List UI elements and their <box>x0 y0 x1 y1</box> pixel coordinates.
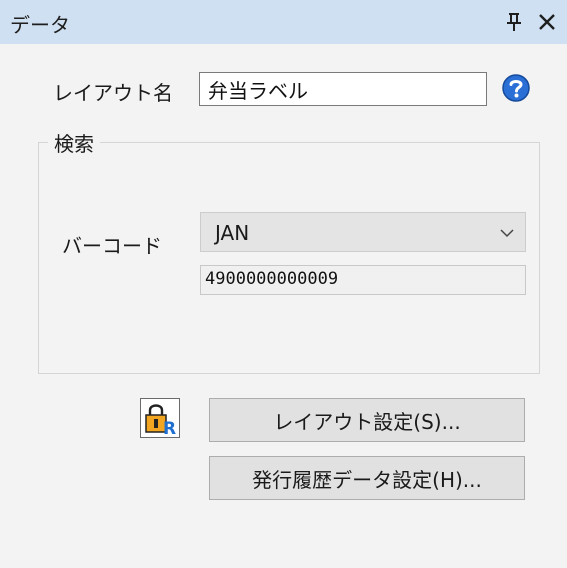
barcode-label: バーコード <box>62 234 162 258</box>
pin-icon[interactable] <box>506 12 522 32</box>
barcode-value-field[interactable]: 4900000000009 <box>200 265 526 295</box>
panel-title: データ <box>10 13 70 37</box>
barcode-type-value: JAN <box>215 221 250 245</box>
lock-icon: R <box>145 404 176 439</box>
help-icon[interactable] <box>500 73 532 105</box>
barcode-type-select[interactable]: JAN <box>200 212 526 252</box>
lock-button[interactable]: R <box>140 398 180 439</box>
layout-settings-button[interactable]: レイアウト設定(S)... <box>209 398 525 442</box>
search-group-legend: 検索 <box>48 128 100 157</box>
svg-text:R: R <box>163 419 176 437</box>
history-settings-button[interactable]: 発行履歴データ設定(H)... <box>209 456 525 500</box>
layout-name-input[interactable] <box>199 72 487 106</box>
close-icon[interactable] <box>537 12 557 32</box>
layout-name-label: レイアウト名 <box>53 81 173 105</box>
chevron-down-icon <box>500 229 514 238</box>
panel-titlebar: データ <box>0 0 567 44</box>
